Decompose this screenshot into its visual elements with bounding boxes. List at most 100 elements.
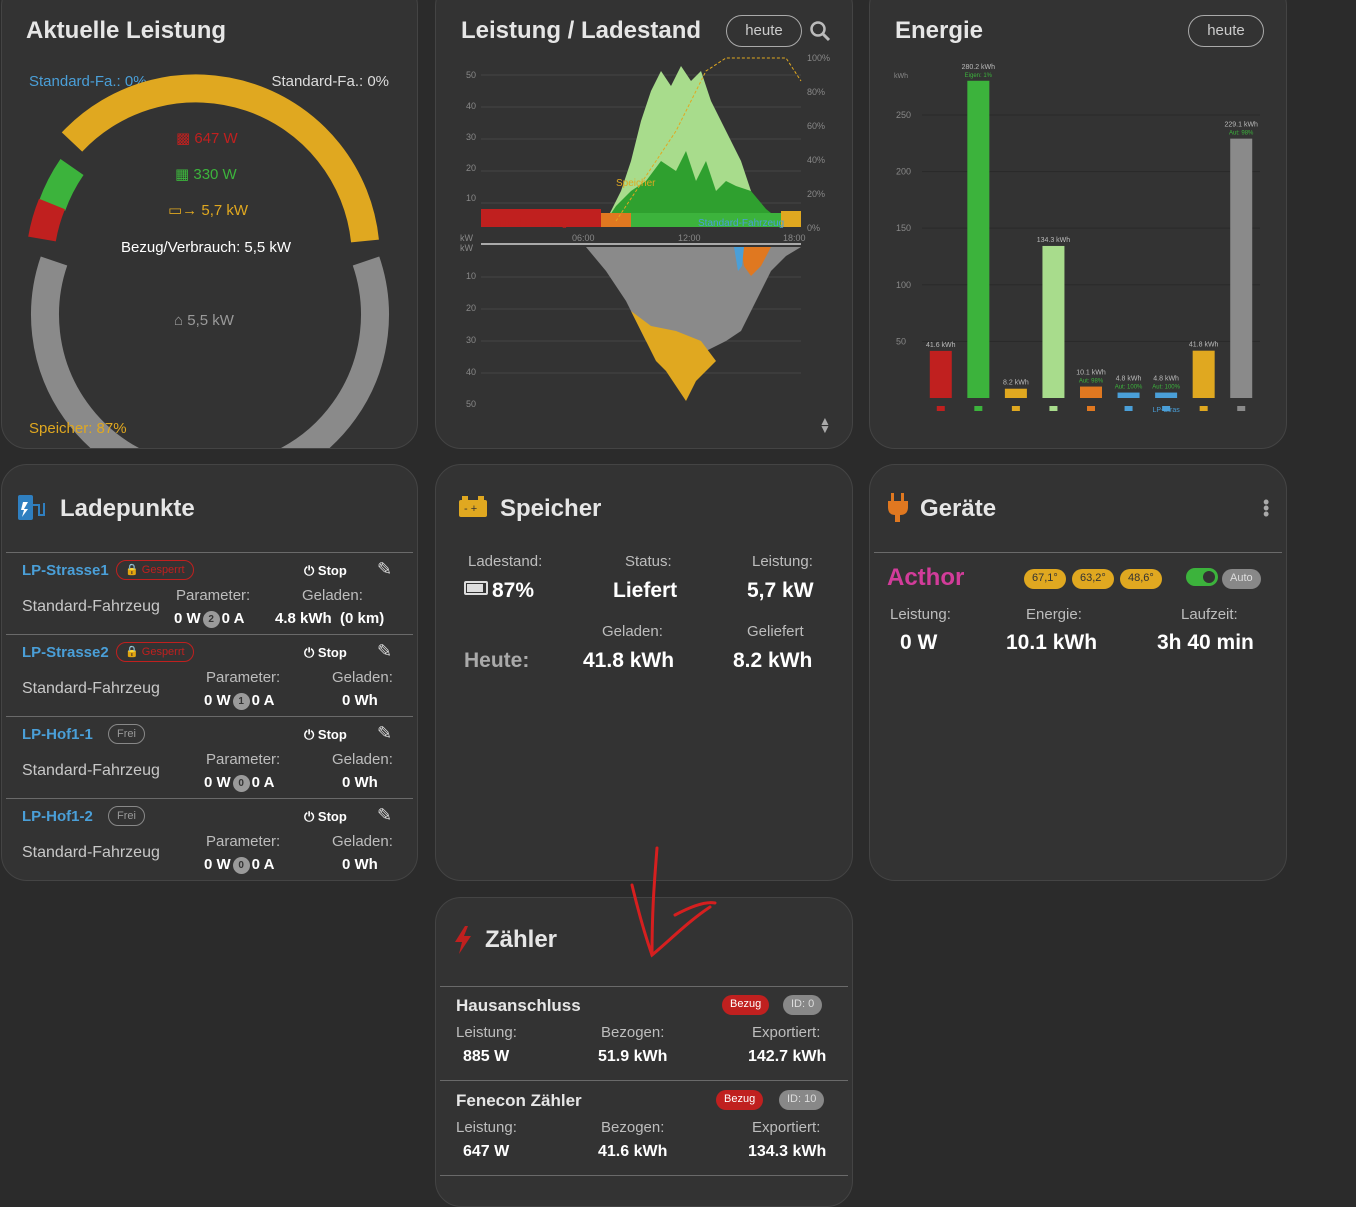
lp-stop-button-0[interactable]: ⏻ Stop [304, 563, 347, 579]
lp-current-2: 0 A [251, 774, 275, 791]
lp-name-0[interactable]: LP-Strasse1 [22, 562, 109, 579]
lp-params-1: 0 W10 A [204, 692, 274, 710]
energy-bar-label-0: 41.6 kWh [926, 342, 956, 349]
power-icon: ⏻ [304, 727, 315, 742]
graph-label-speicher: Speicher [616, 178, 656, 189]
edit-icon[interactable]: ✎ [377, 559, 392, 580]
meter-bezogen-label-0: Bezogen: [601, 1024, 665, 1041]
lp-stop-button-1[interactable]: ⏻ Stop [304, 645, 347, 661]
lp-geladen-label-0: Geladen: [302, 587, 363, 604]
lp-car-2[interactable]: Standard-Fahrzeug [22, 762, 160, 780]
energy-bar-6[interactable] [1155, 392, 1178, 398]
power-icon: ⏻ [304, 563, 315, 578]
lp-geladen-label-2: Geladen: [332, 751, 393, 768]
lp-car-1[interactable]: Standard-Fahrzeug [22, 680, 160, 698]
battery-icon: - + [459, 496, 487, 517]
energy-bar-7[interactable] [1192, 350, 1215, 398]
lp-status-badge-3: Frei [108, 806, 145, 826]
graph-label-left: Standard-Fahrzeug [481, 218, 567, 229]
more-options-icon[interactable]: • • • [1263, 493, 1269, 523]
meter-name-1[interactable]: Fenecon Zähler [456, 1091, 582, 1111]
energy-bar-2[interactable] [1004, 388, 1027, 398]
energy-xlabel-6: LP-Stras [1152, 407, 1180, 414]
speicher-geladen: 41.8 kWh [583, 649, 675, 672]
energy-category-icon-0 [936, 406, 945, 411]
energy-ytick: 100 [896, 280, 911, 290]
energy-bar-3[interactable] [1042, 245, 1065, 398]
graph-label-right: Standard-Fahrzeug [698, 218, 784, 229]
battery-level-icon [464, 581, 488, 595]
zaehler-separator-1 [440, 1080, 848, 1081]
lp-charged-0: 4.8 kWh (0 km) [275, 610, 385, 627]
energy-bar-4[interactable] [1080, 386, 1102, 398]
lp-car-3[interactable]: Standard-Fahrzeug [22, 844, 160, 862]
device-name[interactable]: Acthor [887, 564, 964, 592]
house-value: 5,5 kW [187, 312, 234, 329]
axis-kw-top: kW [460, 233, 474, 243]
speicher-ladestand-label: Ladestand: [468, 553, 543, 570]
soc-tick-1: 80% [807, 87, 825, 97]
speicher-leistung: 5,7 kW [747, 579, 814, 602]
lp-param-label-3: Parameter: [206, 833, 281, 850]
energy-ytick: 50 [896, 336, 906, 346]
device-leistung-label: Leistung: [890, 606, 951, 623]
lp-phases-2: 0 [232, 775, 250, 792]
speicher-card: - + Speicher Ladestand: Status: Leistung… [435, 464, 853, 881]
lp-stop-button-3[interactable]: ⏻ Stop [304, 809, 347, 825]
lp-car-0[interactable]: Standard-Fahrzeug [22, 598, 160, 616]
meter-badge-1: Bezug [716, 1090, 764, 1110]
meter-bezogen-0: 51.9 kWh [598, 1048, 668, 1065]
lp-power-0: 0 W [174, 610, 201, 627]
lp-separator-0 [6, 552, 413, 553]
lp-name-1[interactable]: LP-Strasse2 [22, 644, 109, 661]
geraete-title: Geräte [920, 495, 997, 522]
edit-icon[interactable]: ✎ [377, 805, 392, 826]
lp-status-2: Frei [117, 728, 136, 740]
storage-soc: Speicher: 87% [29, 420, 127, 437]
energy-bar-label-1: 280.2 kWh [962, 64, 996, 71]
energy-card: Energie heute kWh 250 200 150 100 50 41.6 kW… [869, 0, 1287, 449]
energy-bar-5[interactable] [1117, 392, 1140, 398]
energy-bar-8[interactable] [1230, 138, 1253, 398]
search-icon[interactable] [809, 20, 831, 42]
lp-phases-1: 1 [232, 693, 250, 710]
power-icon: ⏻ [304, 645, 315, 660]
lp-current-0: 0 A [221, 610, 245, 627]
device-laufzeit-label: Laufzeit: [1181, 606, 1238, 623]
edit-icon[interactable]: ✎ [377, 641, 392, 662]
device-toggle[interactable] [1186, 568, 1218, 586]
lp-name-3[interactable]: LP-Hof1-2 [22, 808, 93, 825]
lp-geladen-label-3: Geladen: [332, 833, 393, 850]
lp-phases-0: 2 [202, 611, 220, 628]
lp-power-1: 0 W [204, 692, 231, 709]
plug-icon [888, 493, 908, 522]
annotation-arrow [630, 846, 717, 958]
lp-stop-button-2[interactable]: ⏻ Stop [304, 727, 347, 743]
energy-ytick: 250 [896, 110, 911, 120]
speicher-geliefert-label: Geliefert [747, 623, 804, 640]
energy-bar-1[interactable] [967, 80, 990, 399]
device-laufzeit: 3h 40 min [1157, 631, 1254, 654]
geraete-separator [874, 552, 1282, 553]
lp-geladen-label-1: Geladen: [332, 669, 393, 686]
speicher-status-label: Status: [625, 553, 672, 570]
device-energie-label: Energie: [1026, 606, 1082, 623]
edit-icon[interactable]: ✎ [377, 723, 392, 744]
energy-bar-label-4: 10.1 kWh [1076, 370, 1106, 377]
device-temp-2: 48,6° [1120, 569, 1162, 589]
house-value-row: ⌂ 5,5 kW [174, 312, 234, 329]
graph-card: Leistung / Ladestand heute kW kW 50 40 3… [435, 0, 853, 449]
ytick-bottom-0: 10 [466, 271, 476, 281]
device-leistung: 0 W [900, 631, 938, 654]
meter-name-0[interactable]: Hausanschluss [456, 996, 581, 1016]
ytick-top-0: 50 [466, 70, 476, 80]
device-mode[interactable]: Auto [1222, 569, 1261, 589]
power-gauge [28, 74, 389, 448]
energy-range-button[interactable]: heute [1188, 15, 1264, 47]
lp-current-1: 0 A [251, 692, 275, 709]
lp-name-2[interactable]: LP-Hof1-1 [22, 726, 93, 743]
ytick-top-2: 30 [466, 132, 476, 142]
graph-sort-icon[interactable]: ▲ ▼ [819, 415, 831, 435]
pv-value-row: ▦ 330 W [175, 165, 237, 183]
energy-bar-0[interactable] [929, 350, 952, 398]
